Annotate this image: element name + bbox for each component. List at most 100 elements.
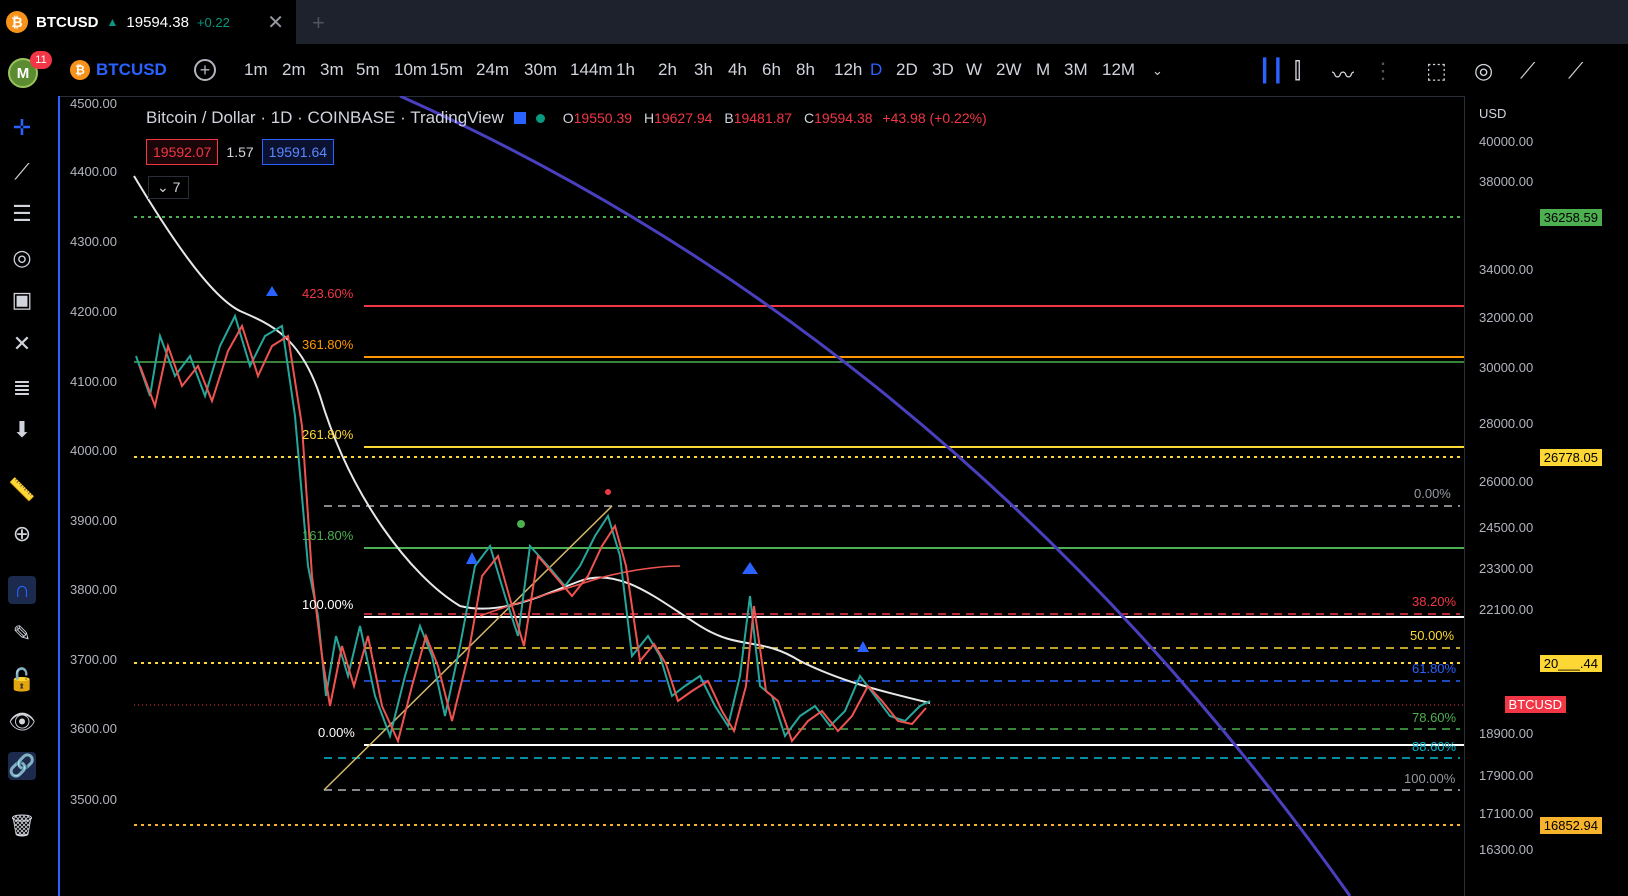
image-icon[interactable]: ▣	[8, 286, 36, 314]
price-tag: 36258.59	[1539, 209, 1602, 226]
signal-up-marker	[466, 552, 478, 564]
crosshair-icon[interactable]: ✛	[8, 114, 36, 142]
right-axis-tick: 32000.00	[1479, 310, 1534, 325]
interval-1m[interactable]: 1m	[244, 60, 268, 80]
symbol-title[interactable]: Bitcoin / Dollar · 1D · COINBASE · Tradi…	[146, 108, 504, 128]
fib-label: 261.80%	[302, 427, 354, 442]
ohlc-values: O19550.39 H19627.94 B19481.87 C19594.38 …	[555, 110, 987, 126]
chart-svg	[133, 96, 1464, 896]
interval-5m[interactable]: 5m	[356, 60, 380, 80]
interval-15m[interactable]: 15m	[430, 60, 463, 80]
right-axis-tick: 17100.00	[1479, 806, 1534, 821]
interval-24m[interactable]: 24m	[476, 60, 509, 80]
ask-price[interactable]: 19591.64	[261, 139, 335, 165]
candles-icon[interactable]: ┃┃	[1258, 58, 1285, 84]
pencil-lock-icon[interactable]: ✎	[8, 620, 36, 648]
trendline-icon[interactable]: ⟋	[8, 158, 36, 186]
flag-icon[interactable]	[513, 112, 526, 124]
top-toolbar: M 11 ₿ BTCUSD + 1m 2m 3m 5m 10m 15m 24m …	[0, 44, 1628, 97]
interval-10m[interactable]: 10m	[394, 60, 427, 80]
interval-W[interactable]: W	[966, 60, 982, 80]
right-axis-tick: 28000.00	[1479, 416, 1534, 431]
interval-D[interactable]: D	[870, 60, 882, 80]
price-tag: 16852.94	[1539, 817, 1602, 834]
lock-icon[interactable]: 🔓	[8, 666, 36, 694]
spread-value: 1.57	[226, 144, 254, 160]
interval-3M[interactable]: 3M	[1064, 60, 1088, 80]
eye-icon[interactable]: 👁	[8, 708, 36, 736]
interval-6h[interactable]: 6h	[762, 60, 781, 80]
interval-8h[interactable]: 8h	[796, 60, 815, 80]
fib-retrace-label: 0.00%	[1414, 486, 1451, 501]
bitcoin-icon: ₿	[70, 60, 90, 80]
right-axis-tick: 24500.00	[1479, 520, 1534, 535]
tab-symbol: BTCUSD	[36, 13, 99, 31]
interval-30m[interactable]: 30m	[524, 60, 557, 80]
fib-label: 161.80%	[302, 528, 354, 543]
interval-3D[interactable]: 3D	[932, 60, 954, 80]
chart-tab[interactable]: ₿ BTCUSD ▲ 19594.38 +0.22 ✕	[0, 0, 296, 44]
compare-plus-icon[interactable]: +	[194, 59, 216, 81]
left-axis-tick: 3700.00	[70, 652, 117, 667]
interval-12h[interactable]: 12h	[834, 60, 862, 80]
bid-ask-widget: 19592.07 1.57 19591.64	[146, 139, 335, 165]
target-icon[interactable]: ◎	[1474, 58, 1493, 84]
fullscreen-frame-icon[interactable]: ⬚	[1426, 58, 1447, 84]
fib-retrace-label: 88.60%	[1412, 739, 1457, 754]
ohlc-change: +43.98 (+0.22%)	[882, 110, 987, 126]
ohlc-high-label: H	[643, 110, 655, 126]
arrow-down-icon[interactable]: ⬇	[8, 416, 36, 444]
chevron-down-icon: ⌄	[157, 179, 169, 195]
right-axis-tick: 30000.00	[1479, 360, 1534, 375]
line-chart-icon[interactable]: 〰	[1332, 58, 1354, 90]
left-axis-tick: 4300.00	[70, 234, 117, 249]
fib-retrace-label: 61.80%	[1412, 661, 1457, 676]
interval-144m[interactable]: 144m	[570, 60, 613, 80]
symbol-price-tag: BTCUSD	[1504, 696, 1566, 713]
shapes-circle-icon[interactable]: ◎	[8, 244, 36, 272]
interval-2m[interactable]: 2m	[282, 60, 306, 80]
prediction-icon[interactable]: ≣	[8, 374, 36, 402]
interval-2D[interactable]: 2D	[896, 60, 918, 80]
bid-price[interactable]: 19592.07	[146, 139, 219, 165]
tab-bar: ₿ BTCUSD ▲ 19594.38 +0.22 ✕ +	[0, 0, 1628, 44]
ruler-icon[interactable]: ⟋	[1568, 58, 1583, 84]
symbol-name: BTCUSD	[96, 60, 167, 79]
trend-icon[interactable]: ⟋	[1520, 58, 1535, 84]
right-axis-tick: 22100.00	[1479, 602, 1534, 617]
link-icon[interactable]: 🔗	[8, 752, 36, 780]
interval-3m[interactable]: 3m	[320, 60, 344, 80]
interval-M[interactable]: M	[1036, 60, 1050, 80]
chart-canvas[interactable]: 4500.00 4400.00 4300.00 4200.00 4100.00 …	[60, 96, 1628, 896]
signal-dot	[605, 489, 611, 495]
fib-retrace-label: 78.60%	[1412, 710, 1457, 725]
drawing-toolbar: ✛ ⟋ ☰ ◎ ▣ ✕ ≣ ⬇ 📏 ⊕ ∩ ✎ 🔓 👁 🔗 🗑	[0, 96, 60, 896]
interval-3h[interactable]: 3h	[694, 60, 713, 80]
price-tag: 20___.44	[1539, 655, 1602, 672]
plus-icon[interactable]: +	[312, 10, 325, 36]
separator-icon: ⋮	[1372, 58, 1394, 83]
price-candles	[135, 313, 931, 744]
interval-2W[interactable]: 2W	[996, 60, 1022, 80]
interval-1h[interactable]: 1h	[616, 60, 635, 80]
zoom-icon[interactable]: ⊕	[8, 520, 36, 548]
bars-icon[interactable]: ⫿	[1294, 58, 1301, 84]
interval-4h[interactable]: 4h	[728, 60, 747, 80]
interval-12M[interactable]: 12M	[1102, 60, 1135, 80]
market-status-icon	[535, 113, 545, 123]
fib-label: 423.60%	[302, 286, 354, 301]
ruler-icon[interactable]: 📏	[8, 476, 36, 504]
ohlc-close-label: C	[804, 110, 815, 126]
fib-levels-icon[interactable]: ☰	[8, 200, 36, 228]
currency-label[interactable]: USD	[1479, 106, 1506, 121]
symbol-search-button[interactable]: ₿ BTCUSD	[70, 60, 167, 80]
close-icon[interactable]: ✕	[267, 10, 284, 35]
trash-icon[interactable]: 🗑	[8, 812, 36, 840]
indicators-collapse-button[interactable]: ⌄ 7	[148, 176, 190, 199]
interval-dropdown-chevron-icon[interactable]: ⌄	[1152, 63, 1163, 79]
pattern-icon[interactable]: ✕	[8, 330, 36, 358]
left-axis-tick: 3600.00	[70, 721, 117, 736]
interval-2h[interactable]: 2h	[658, 60, 677, 80]
chart-legend: Bitcoin / Dollar · 1D · COINBASE · Tradi…	[146, 108, 987, 128]
magnet-icon[interactable]: ∩	[8, 576, 36, 604]
